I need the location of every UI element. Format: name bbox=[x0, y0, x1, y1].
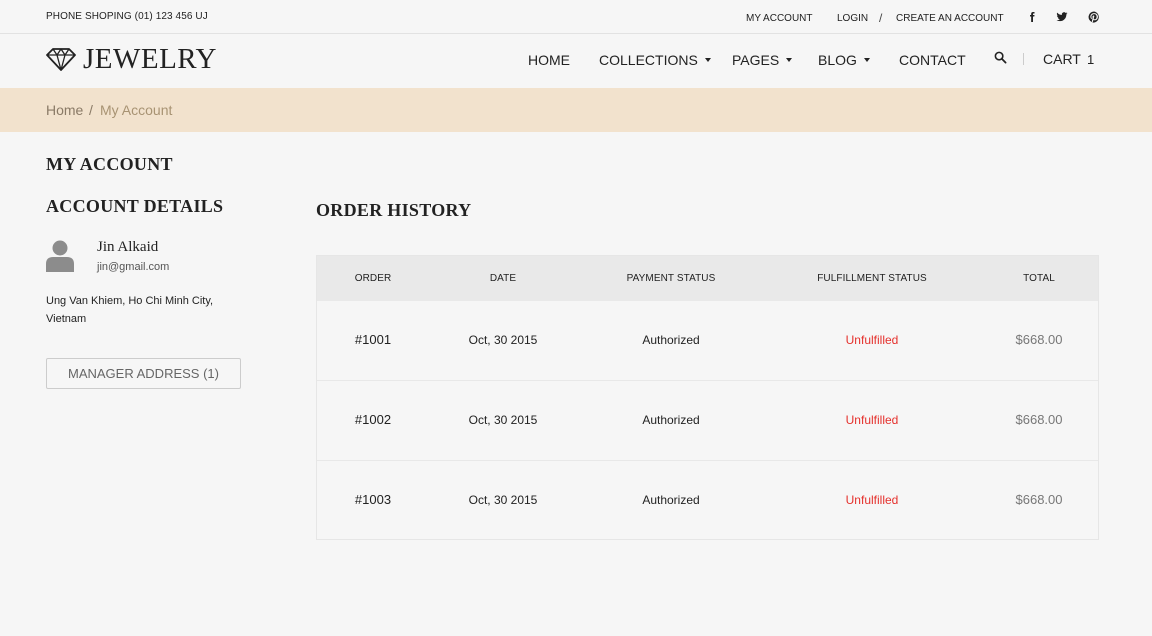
user-email: jin@gmail.com bbox=[97, 261, 170, 273]
order-total: $668.00 bbox=[1015, 332, 1063, 347]
link-separator: / bbox=[879, 11, 883, 25]
nav-home[interactable]: HOME bbox=[528, 52, 570, 68]
logo[interactable]: JEWELRY bbox=[46, 44, 217, 74]
order-date: Oct, 30 2015 bbox=[468, 413, 538, 427]
search-icon[interactable] bbox=[994, 51, 1008, 65]
table-row: #1003 Oct, 30 2015 Authorized Unfulfille… bbox=[317, 461, 1098, 541]
order-number-link[interactable]: #1002 bbox=[317, 412, 429, 427]
column-header-total: TOTAL bbox=[1023, 273, 1055, 284]
breadcrumb-separator: / bbox=[89, 102, 93, 118]
pinterest-icon[interactable] bbox=[1087, 10, 1101, 24]
payment-status: Authorized bbox=[642, 413, 700, 427]
avatar bbox=[45, 239, 75, 272]
order-number-link[interactable]: #1003 bbox=[317, 492, 429, 507]
order-history-title: ORDER HISTORY bbox=[316, 200, 472, 220]
facebook-icon[interactable] bbox=[1025, 10, 1039, 24]
payment-status: Authorized bbox=[642, 493, 700, 507]
table-row: #1001 Oct, 30 2015 Authorized Unfulfille… bbox=[317, 301, 1098, 381]
nav-pages[interactable]: PAGES bbox=[732, 52, 793, 68]
table-header: ORDER DATE PAYMENT STATUS FULFILLMENT ST… bbox=[317, 256, 1098, 301]
nav-blog-label: BLOG bbox=[818, 52, 857, 68]
breadcrumb: Home / My Account bbox=[0, 88, 1152, 132]
order-total: $668.00 bbox=[1015, 492, 1063, 507]
column-header-date: DATE bbox=[489, 273, 517, 284]
nav-contact[interactable]: CONTACT bbox=[899, 52, 966, 68]
column-header-fulfillment-status: FULFILLMENT STATUS bbox=[817, 273, 927, 284]
login-link[interactable]: LOGIN bbox=[837, 13, 868, 24]
nav-collections[interactable]: COLLECTIONS bbox=[599, 52, 711, 68]
order-number-link[interactable]: #1001 bbox=[317, 332, 429, 347]
twitter-icon[interactable] bbox=[1055, 10, 1069, 24]
top-bar: PHONE SHOPING (01) 123 456 UJ MY ACCOUNT… bbox=[0, 0, 1152, 34]
order-total: $668.00 bbox=[1015, 412, 1063, 427]
column-header-order: ORDER bbox=[354, 273, 392, 284]
order-date: Oct, 30 2015 bbox=[468, 333, 538, 347]
manage-address-button[interactable]: MANAGER ADDRESS (1) bbox=[46, 358, 241, 389]
column-header-payment-status: PAYMENT STATUS bbox=[626, 273, 716, 284]
create-account-link[interactable]: CREATE AN ACCOUNT bbox=[896, 13, 1004, 24]
cart-count-badge: 1 bbox=[1087, 52, 1095, 67]
breadcrumb-current: My Account bbox=[100, 102, 173, 118]
chevron-down-icon bbox=[863, 58, 870, 62]
table-row: #1002 Oct, 30 2015 Authorized Unfulfille… bbox=[317, 381, 1098, 461]
fulfillment-status: Unfulfilled bbox=[845, 333, 899, 347]
account-details-title: ACCOUNT DETAILS bbox=[46, 196, 224, 216]
user-icon bbox=[46, 240, 74, 272]
nav-pages-label: PAGES bbox=[732, 52, 780, 68]
logo-text: JEWELRY bbox=[83, 43, 217, 75]
nav-contact-label: CONTACT bbox=[899, 52, 966, 68]
order-date: Oct, 30 2015 bbox=[468, 493, 538, 507]
user-address: Ung Van Khiem, Ho Chi Minh City, Vietnam bbox=[46, 295, 214, 325]
nav-collections-label: COLLECTIONS bbox=[599, 52, 698, 68]
chevron-down-icon bbox=[786, 58, 793, 62]
main-header: JEWELRY HOME COLLECTIONS PAGES BLOG CONT… bbox=[0, 34, 1152, 88]
phone-number: PHONE SHOPING (01) 123 456 UJ bbox=[46, 11, 208, 22]
user-name: Jin Alkaid bbox=[97, 239, 159, 255]
diamond-icon bbox=[46, 48, 76, 71]
nav-home-label: HOME bbox=[528, 52, 570, 68]
nav-blog[interactable]: BLOG bbox=[818, 52, 870, 68]
fulfillment-status: Unfulfilled bbox=[845, 413, 899, 427]
chevron-down-icon bbox=[704, 58, 711, 62]
payment-status: Authorized bbox=[642, 333, 700, 347]
my-account-link[interactable]: MY ACCOUNT bbox=[746, 13, 813, 24]
order-history-table: ORDER DATE PAYMENT STATUS FULFILLMENT ST… bbox=[316, 255, 1099, 540]
fulfillment-status: Unfulfilled bbox=[845, 493, 899, 507]
divider bbox=[1023, 53, 1024, 65]
breadcrumb-home-link[interactable]: Home bbox=[46, 102, 83, 118]
page-title: MY ACCOUNT bbox=[46, 154, 173, 174]
cart-link[interactable]: CART bbox=[1043, 51, 1081, 67]
